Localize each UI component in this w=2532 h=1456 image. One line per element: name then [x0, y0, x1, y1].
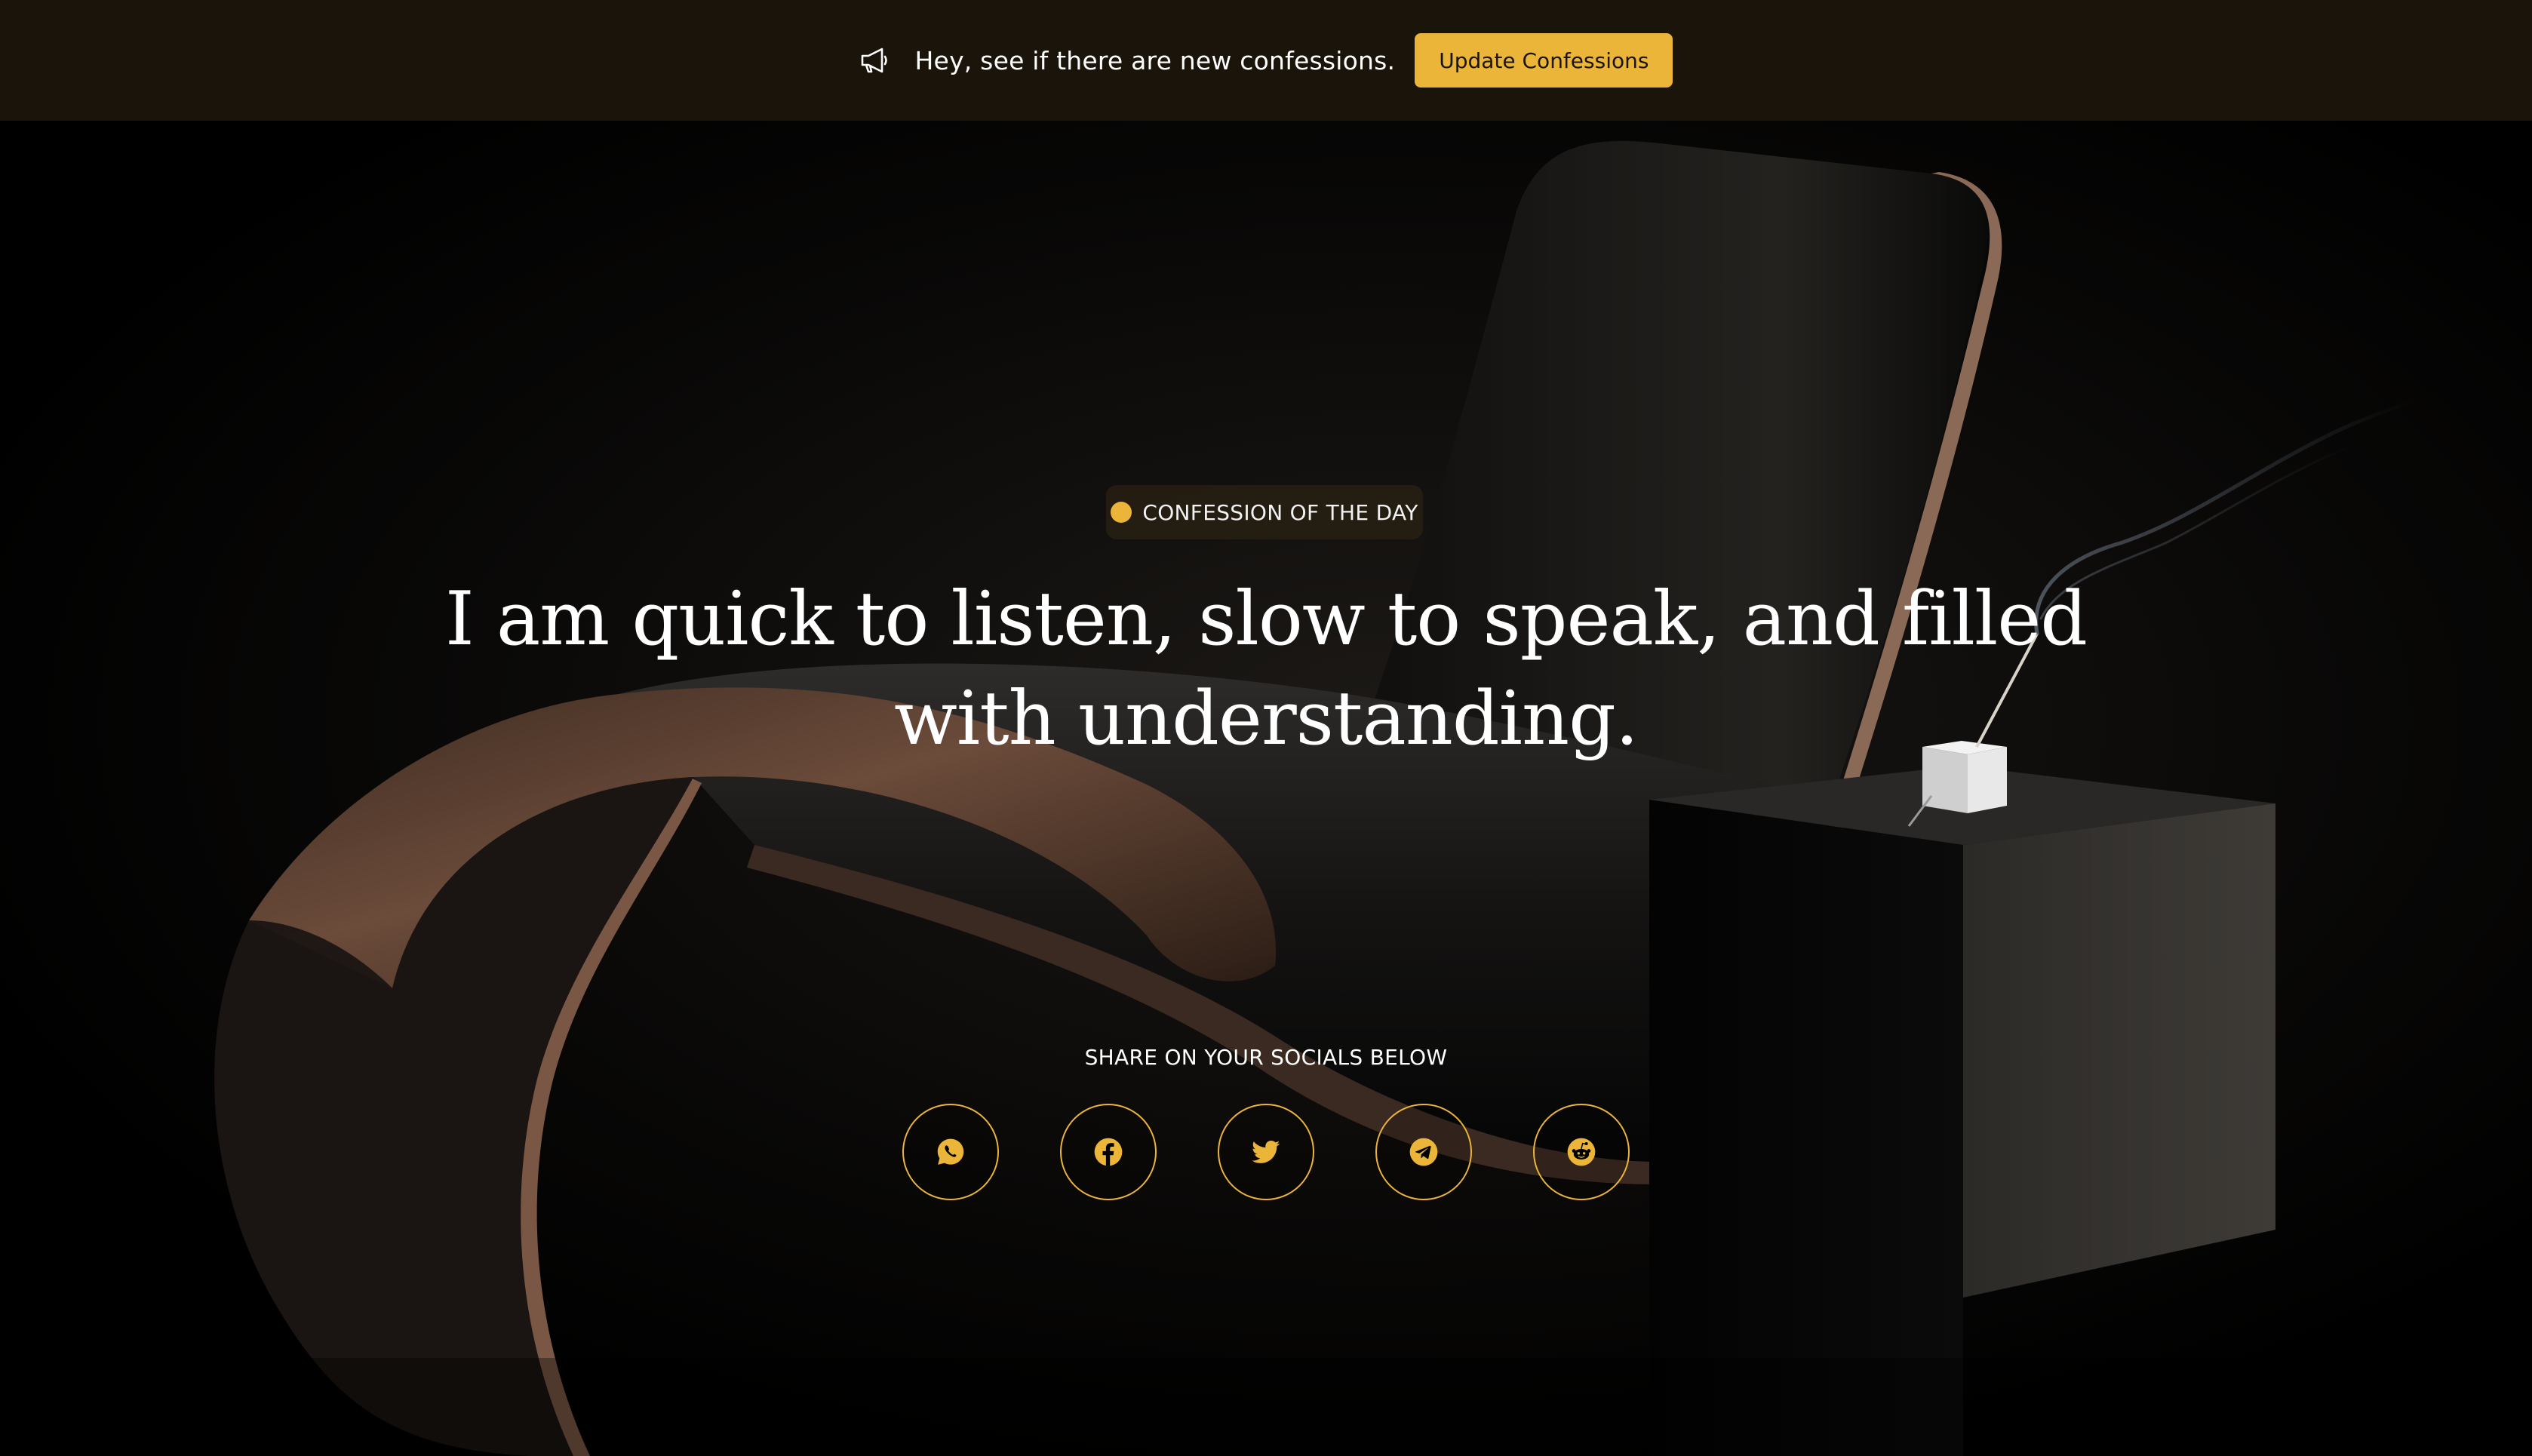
announcement-text: Hey, see if there are new confessions. [914, 45, 1396, 75]
share-twitter-button[interactable] [1218, 1104, 1314, 1200]
badge-label: CONFESSION OF THE DAY [1142, 499, 1418, 525]
share-facebook-button[interactable] [1060, 1104, 1157, 1200]
update-confessions-button[interactable]: Update Confessions [1415, 33, 1673, 88]
social-share-buttons [902, 1104, 1630, 1200]
page: Hey, see if there are new confessions. U… [0, 0, 2532, 1456]
announcement-bar: Hey, see if there are new confessions. U… [0, 0, 2532, 121]
twitter-icon [1252, 1140, 1280, 1163]
confession-of-the-day-badge: CONFESSION OF THE DAY [1106, 485, 1423, 539]
megaphone-icon [859, 45, 893, 75]
share-reddit-button[interactable] [1533, 1104, 1630, 1200]
hero-content: CONFESSION OF THE DAY I am quick to list… [0, 0, 2532, 1456]
share-telegram-button[interactable] [1375, 1104, 1472, 1200]
telegram-icon [1409, 1138, 1438, 1166]
share-label: SHARE ON YOUR SOCIALS BELOW [1084, 1045, 1448, 1070]
facebook-icon [1094, 1138, 1123, 1166]
share-whatsapp-button[interactable] [902, 1104, 999, 1200]
reddit-icon [1567, 1138, 1596, 1166]
confession-text: I am quick to listen, slow to speak, and… [444, 576, 2088, 762]
badge-dot-icon [1111, 502, 1132, 523]
whatsapp-icon [937, 1138, 964, 1165]
